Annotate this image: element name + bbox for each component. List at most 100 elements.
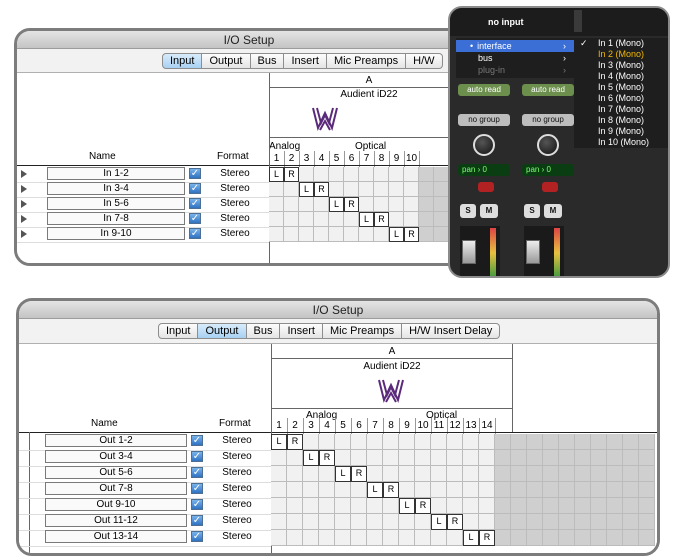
pan-knob-icon[interactable] [473,134,495,156]
grid-cell[interactable] [415,450,431,466]
grid-cell[interactable] [271,482,287,498]
grid-cell[interactable] [447,482,463,498]
tab-mic-preamps[interactable]: Mic Preamps [326,53,407,69]
right-channel-assignment[interactable]: R [383,482,399,498]
left-channel-assignment[interactable]: L [299,182,314,197]
automation-mode-button[interactable]: auto read [458,84,510,96]
submenu-item[interactable]: In 7 (Mono) [574,104,668,115]
grid-cell[interactable] [335,450,351,466]
grid-cell[interactable] [344,227,359,242]
tab-output[interactable]: Output [202,53,251,69]
grid-cell[interactable] [389,167,404,182]
grid-cell[interactable] [367,450,383,466]
grid-cell[interactable] [344,167,359,182]
channel-format[interactable]: Stereo [207,167,263,180]
grid-cell[interactable] [303,514,319,530]
grid-cell[interactable] [404,182,419,197]
right-channel-assignment[interactable]: R [314,182,329,197]
grid-cell[interactable] [284,212,299,227]
grid-cell[interactable] [359,197,374,212]
grid-cell[interactable] [271,466,287,482]
channel-name-field[interactable]: Out 7-8 [45,482,187,495]
right-channel-assignment[interactable]: R [447,514,463,530]
grid-cell[interactable] [335,530,351,546]
grid-cell[interactable] [287,514,303,530]
grid-cell[interactable] [374,197,389,212]
grid-cell[interactable] [271,530,287,546]
grid-cell[interactable] [431,450,447,466]
grid-cell[interactable] [479,450,495,466]
expand-arrow-icon[interactable] [21,185,27,193]
grid-cell[interactable] [399,434,415,450]
grid-cell[interactable] [447,434,463,450]
grid-cell[interactable] [303,466,319,482]
grid-cell[interactable] [287,466,303,482]
grid-cell[interactable] [359,167,374,182]
automation-mode-button[interactable]: auto read [522,84,574,96]
grid-cell[interactable] [463,466,479,482]
right-channel-assignment[interactable]: R [404,227,419,242]
mute-button[interactable]: M [480,204,498,218]
tab-insert[interactable]: Insert [284,53,327,69]
menu-item-plug-in[interactable]: plug-in › [456,64,574,76]
channel-enable-checkbox[interactable]: ✓ [189,228,201,239]
tab-mic-preamps[interactable]: Mic Preamps [322,323,403,339]
grid-cell[interactable] [447,498,463,514]
grid-cell[interactable] [329,182,344,197]
grid-cell[interactable] [271,514,287,530]
grid-cell[interactable] [303,498,319,514]
grid-cell[interactable] [269,197,284,212]
grid-cell[interactable] [284,227,299,242]
grid-cell[interactable] [463,434,479,450]
channel-enable-checkbox[interactable]: ✓ [189,198,201,209]
grid-cell[interactable] [383,434,399,450]
grid-cell[interactable] [367,498,383,514]
grid-cell[interactable] [479,498,495,514]
grid-cell[interactable] [431,434,447,450]
grid-cell[interactable] [299,197,314,212]
submenu-item[interactable]: In 5 (Mono) [574,82,668,93]
grid-cell[interactable] [383,514,399,530]
pan-knob-icon[interactable] [537,134,559,156]
grid-cell[interactable] [303,482,319,498]
channel-enable-checkbox[interactable]: ✓ [189,183,201,194]
submenu-item[interactable]: In 4 (Mono) [574,71,668,82]
solo-button[interactable]: S [460,204,476,218]
grid-cell[interactable] [314,227,329,242]
grid-cell[interactable] [351,530,367,546]
grid-cell[interactable] [463,482,479,498]
grid-cell[interactable] [479,482,495,498]
left-channel-assignment[interactable]: L [271,434,287,450]
grid-cell[interactable] [404,212,419,227]
submenu-item[interactable]: In 10 (Mono) [574,137,668,148]
expand-arrow-icon[interactable] [21,215,27,223]
channel-name-field[interactable]: In 9-10 [47,227,185,240]
grid-cell[interactable] [479,466,495,482]
grid-cell[interactable] [479,434,495,450]
grid-cell[interactable] [367,514,383,530]
grid-cell[interactable] [383,530,399,546]
grid-cell[interactable] [269,182,284,197]
grid-cell[interactable] [319,466,335,482]
left-channel-assignment[interactable]: L [329,197,344,212]
tab-bus[interactable]: Bus [246,323,281,339]
tab-input[interactable]: Input [162,53,203,69]
grid-cell[interactable] [415,434,431,450]
channel-format[interactable]: Stereo [209,450,265,463]
grid-cell[interactable] [359,227,374,242]
grid-cell[interactable] [287,498,303,514]
grid-cell[interactable] [399,450,415,466]
grid-cell[interactable] [314,212,329,227]
grid-cell[interactable] [431,498,447,514]
grid-cell[interactable] [287,482,303,498]
grid-cell[interactable] [344,182,359,197]
grid-cell[interactable] [389,182,404,197]
grid-cell[interactable] [415,482,431,498]
left-channel-assignment[interactable]: L [389,227,404,242]
tab-input[interactable]: Input [158,323,199,339]
grid-cell[interactable] [374,167,389,182]
channel-enable-checkbox[interactable]: ✓ [191,531,203,542]
left-channel-assignment[interactable]: L [367,482,383,498]
right-channel-assignment[interactable]: R [479,530,495,546]
channel-format[interactable]: Stereo [209,514,265,527]
